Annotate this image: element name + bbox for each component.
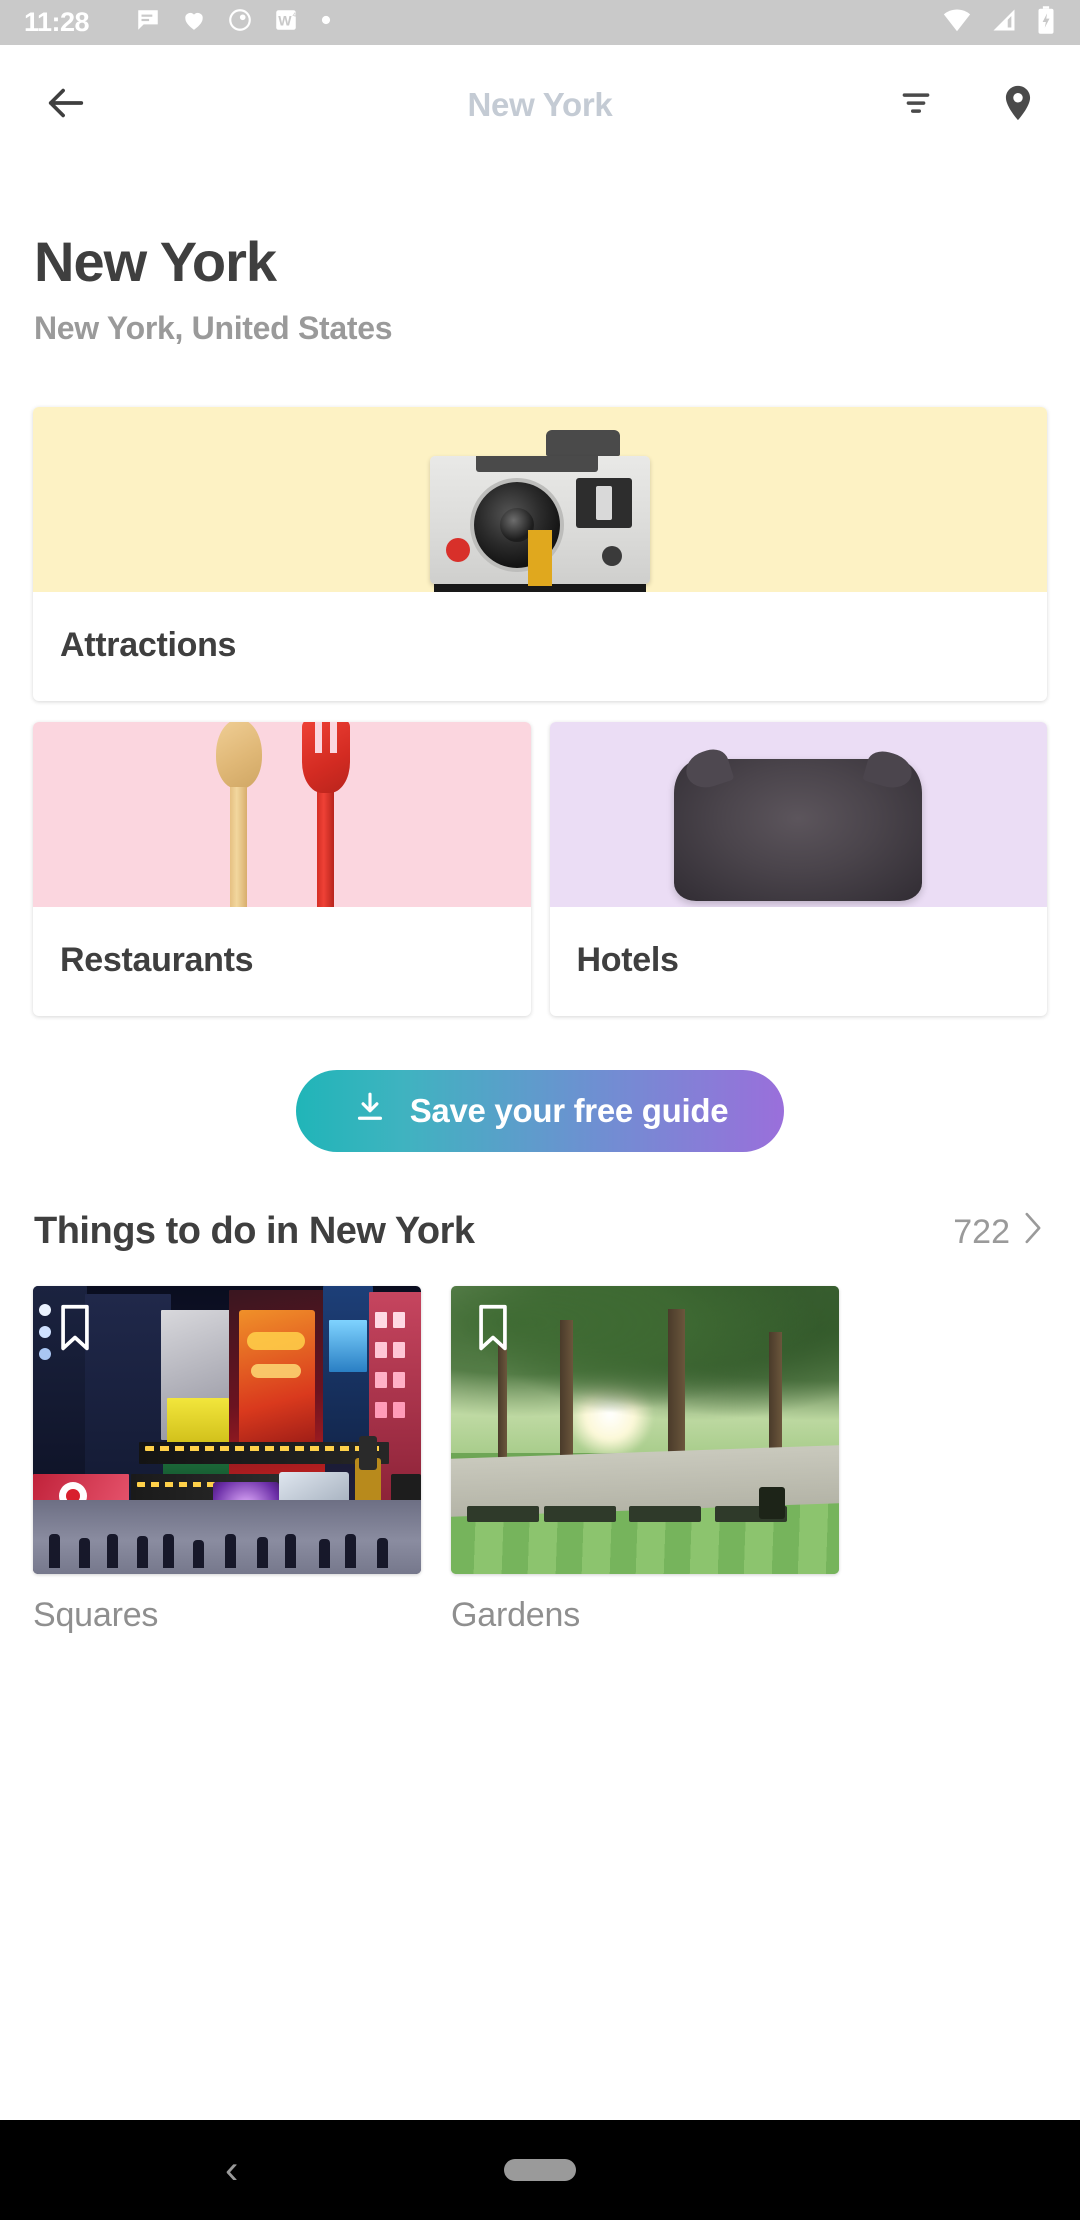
- filter-icon: [896, 83, 936, 128]
- word-game-icon: W4: [273, 7, 299, 38]
- chevron-right-icon: [1020, 1211, 1046, 1254]
- category-card-hotels[interactable]: Hotels: [549, 721, 1047, 1016]
- status-bar: 11:28 W4: [0, 0, 1080, 45]
- category-cards: Attractions Restaurants Hotels: [0, 347, 1080, 1016]
- system-navigation-bar: ‹: [0, 2120, 1080, 2220]
- things-to-do-more-link[interactable]: 722: [953, 1211, 1046, 1254]
- attractions-illustration: [33, 406, 1047, 592]
- tile-image-squares: [33, 1285, 421, 1574]
- nav-back-button[interactable]: ‹: [225, 2150, 238, 2190]
- page-subtitle: New York, United States: [34, 309, 393, 346]
- category-card-attractions[interactable]: Attractions: [33, 406, 1047, 701]
- page-heading: New York New York, United States: [0, 165, 1080, 347]
- pillow-icon: [674, 758, 923, 901]
- category-label: Attractions: [60, 625, 237, 664]
- list-item[interactable]: Squares: [33, 1285, 421, 1635]
- cellular-signal-icon: [990, 6, 1018, 39]
- restaurants-illustration: [33, 721, 531, 907]
- back-arrow-icon: [43, 80, 89, 131]
- battery-charging-icon: [1036, 5, 1056, 40]
- category-label: Restaurants: [60, 940, 254, 979]
- category-label: Hotels: [576, 940, 679, 979]
- cta-label: Save your free guide: [409, 1091, 729, 1129]
- nav-home-pill[interactable]: [504, 2159, 576, 2181]
- category-card-restaurants[interactable]: Restaurants: [33, 721, 531, 1016]
- wifi-icon: [942, 5, 972, 40]
- status-bar-left: 11:28 W4: [24, 7, 942, 38]
- app-bar: New York: [0, 45, 1080, 165]
- section-title: Things to do in New York: [34, 1209, 475, 1252]
- message-icon: [135, 7, 161, 38]
- tile-label: Squares: [33, 1595, 159, 1634]
- download-icon: [352, 1089, 388, 1133]
- bookmark-icon[interactable]: [55, 1302, 95, 1359]
- svg-text:W: W: [278, 12, 292, 28]
- back-button[interactable]: [34, 73, 98, 137]
- status-bar-right: [942, 5, 1056, 40]
- filter-button[interactable]: [888, 77, 944, 133]
- save-free-guide-button[interactable]: Save your free guide: [295, 1069, 785, 1152]
- circle-icon: [227, 7, 253, 38]
- svg-text:4: 4: [293, 12, 297, 19]
- bookmark-icon[interactable]: [473, 1302, 513, 1359]
- things-count: 722: [953, 1212, 1010, 1251]
- app-bar-actions: [888, 77, 1046, 133]
- map-button[interactable]: [990, 77, 1046, 133]
- hotels-illustration: [549, 721, 1047, 907]
- spoon-and-fork-icon: [192, 721, 372, 907]
- page-title: New York: [34, 230, 277, 293]
- polaroid-camera-icon: [430, 429, 650, 592]
- tile-image-gardens: [451, 1285, 839, 1574]
- tile-label: Gardens: [451, 1595, 581, 1634]
- things-to-do-list[interactable]: Squares Gardens: [0, 1254, 1080, 1635]
- things-to-do-header: Things to do in New York 722: [0, 1152, 1080, 1254]
- list-item[interactable]: Gardens: [451, 1285, 839, 1635]
- map-pin-icon: [997, 82, 1039, 129]
- category-card-row: Restaurants Hotels: [33, 721, 1047, 1016]
- status-bar-clock: 11:28: [24, 7, 90, 37]
- dot-icon: [319, 13, 333, 32]
- cta-container: Save your free guide: [0, 1069, 1080, 1152]
- heart-icon: [181, 7, 207, 38]
